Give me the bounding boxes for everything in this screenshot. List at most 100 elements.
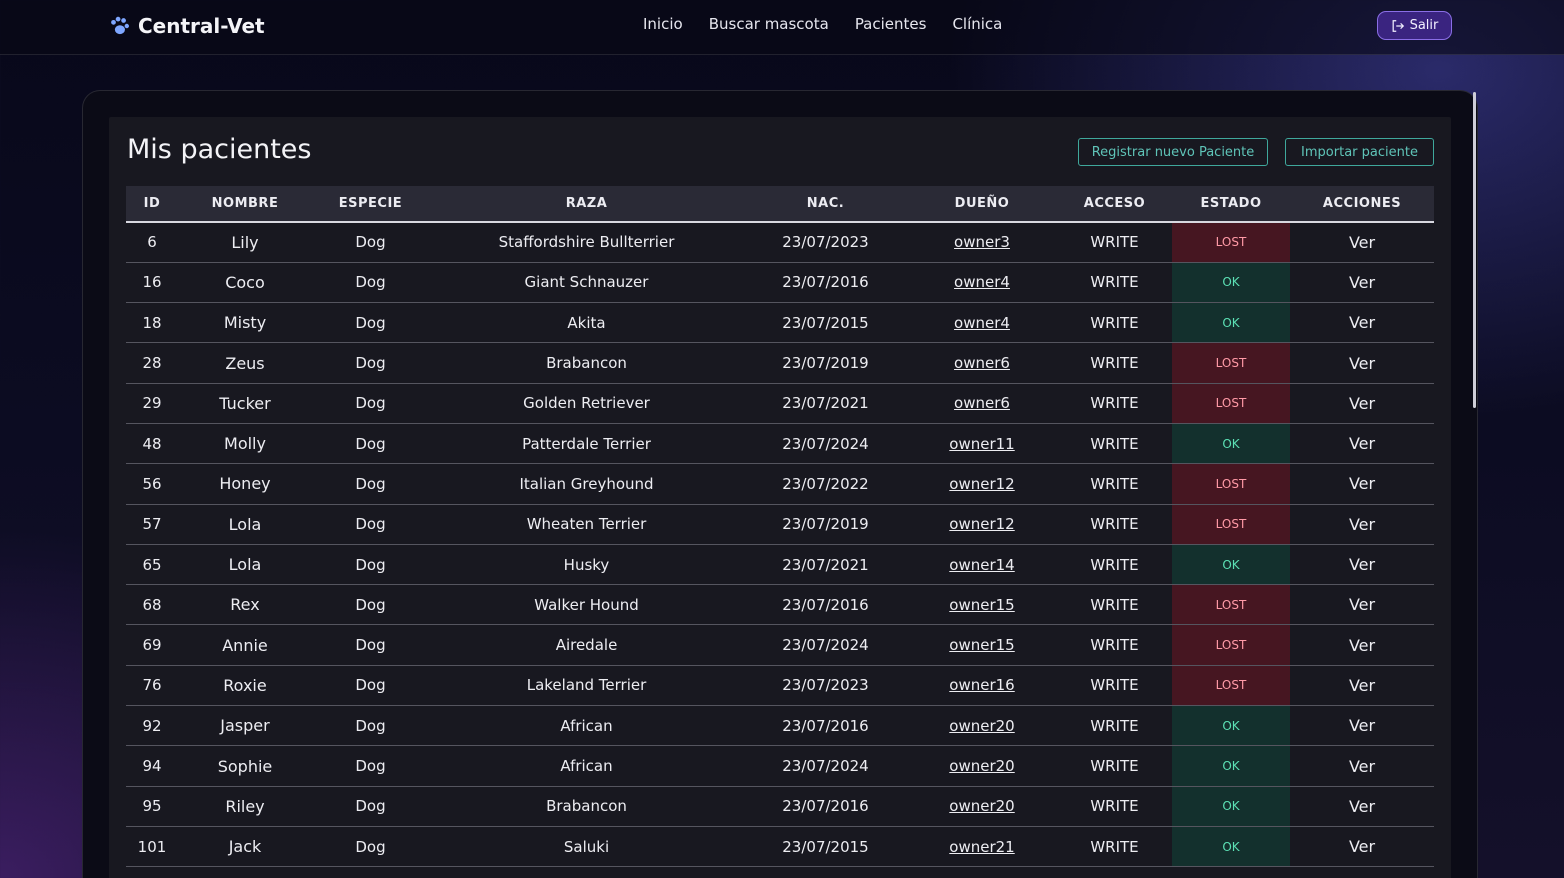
owner-link-text[interactable]: owner12 xyxy=(949,475,1014,493)
owner-link[interactable]: owner16 xyxy=(907,665,1057,707)
status-badge: OK xyxy=(1172,262,1290,304)
cell-breed: Walker Hound xyxy=(429,584,744,626)
cell-access: WRITE xyxy=(1057,826,1172,868)
status-badge: LOST xyxy=(1172,222,1290,263)
nav-link-pacientes[interactable]: Pacientes xyxy=(842,15,940,33)
view-action-link[interactable]: Ver xyxy=(1290,383,1434,424)
owner-link-text[interactable]: owner21 xyxy=(949,838,1014,856)
owner-link-text[interactable]: owner20 xyxy=(949,757,1014,775)
cell-breed: Airedale xyxy=(429,624,744,666)
view-action-link[interactable]: Ver xyxy=(1290,745,1434,787)
view-action-link[interactable]: Ver xyxy=(1290,302,1434,344)
cell-birth: 23/07/2021 xyxy=(744,383,907,424)
table-row: 65 Lola Dog Husky 23/07/2021 owner14 WRITE OK Ve… xyxy=(126,544,1434,586)
cell-id: 6 xyxy=(126,222,178,263)
cell-species: Dog xyxy=(312,624,429,666)
view-action-link[interactable]: Ver xyxy=(1290,222,1434,263)
header-estado: ESTADO xyxy=(1172,186,1290,223)
owner-link[interactable]: owner4 xyxy=(907,262,1057,304)
owner-link[interactable]: owner4 xyxy=(907,302,1057,344)
navbar: Central-Vet Inicio Buscar mascota Pacien… xyxy=(0,0,1564,55)
cell-birth: 23/07/2024 xyxy=(744,745,907,787)
cell-birth: 23/07/2024 xyxy=(744,423,907,465)
owner-link[interactable]: owner6 xyxy=(907,383,1057,424)
table-row: 18 Misty Dog Akita 23/07/2015 owner4 WRITE OK Ve… xyxy=(126,302,1434,344)
owner-link-text[interactable]: owner4 xyxy=(954,273,1010,291)
view-action-link[interactable]: Ver xyxy=(1290,544,1434,586)
owner-link[interactable]: owner14 xyxy=(907,544,1057,586)
header-especie: ESPECIE xyxy=(312,186,429,223)
owner-link-text[interactable]: owner12 xyxy=(949,515,1014,533)
view-action-link[interactable]: Ver xyxy=(1290,705,1434,747)
owner-link-text[interactable]: owner16 xyxy=(949,676,1014,694)
owner-link-text[interactable]: owner20 xyxy=(949,797,1014,815)
brand-logo[interactable]: Central-Vet xyxy=(108,13,265,39)
table-header-row: ID NOMBRE ESPECIE RAZA NAC. DUEÑO ACCESO… xyxy=(126,186,1434,223)
cell-access: WRITE xyxy=(1057,262,1172,304)
owner-link[interactable]: owner6 xyxy=(907,342,1057,384)
owner-link[interactable]: owner21 xyxy=(907,826,1057,868)
cell-access: WRITE xyxy=(1057,584,1172,626)
owner-link[interactable]: owner12 xyxy=(907,504,1057,545)
owner-link-text[interactable]: owner15 xyxy=(949,636,1014,654)
scrollbar-thumb[interactable] xyxy=(1473,92,1476,408)
paw-icon xyxy=(111,16,129,35)
view-action-link[interactable]: Ver xyxy=(1290,624,1434,666)
cell-name: Tucker xyxy=(178,383,312,424)
cell-name: Lola xyxy=(178,504,312,545)
view-action-link[interactable]: Ver xyxy=(1290,665,1434,707)
register-patient-button[interactable]: Registrar nuevo Paciente xyxy=(1078,138,1268,166)
cell-breed: Akita xyxy=(429,302,744,344)
owner-link-text[interactable]: owner14 xyxy=(949,556,1014,574)
owner-link[interactable]: owner15 xyxy=(907,624,1057,666)
nav-link-buscar-mascota[interactable]: Buscar mascota xyxy=(696,15,842,33)
cell-access: WRITE xyxy=(1057,665,1172,707)
owner-link[interactable]: owner20 xyxy=(907,705,1057,747)
owner-link-text[interactable]: owner15 xyxy=(949,596,1014,614)
view-action-link[interactable]: Ver xyxy=(1290,826,1434,868)
view-action-link[interactable]: Ver xyxy=(1290,262,1434,304)
cell-access: WRITE xyxy=(1057,624,1172,666)
logout-button[interactable]: Salir xyxy=(1377,11,1452,40)
owner-link-text[interactable]: owner3 xyxy=(954,233,1010,251)
view-action-link[interactable]: Ver xyxy=(1290,463,1434,505)
owner-link[interactable]: owner11 xyxy=(907,423,1057,465)
table-row: 101 Jack Dog Saluki 23/07/2015 owner21 WRITE OK… xyxy=(126,826,1434,868)
owner-link[interactable]: owner3 xyxy=(907,222,1057,263)
cell-id: 94 xyxy=(126,745,178,787)
cell-id: 56 xyxy=(126,463,178,505)
patients-table: ID NOMBRE ESPECIE RAZA NAC. DUEÑO ACCESO… xyxy=(126,186,1434,868)
owner-link-text[interactable]: owner20 xyxy=(949,717,1014,735)
owner-link[interactable]: owner20 xyxy=(907,786,1057,827)
cell-breed: Patterdale Terrier xyxy=(429,423,744,465)
nav-link-clinica[interactable]: Clínica xyxy=(939,15,1015,33)
import-patient-button[interactable]: Importar paciente xyxy=(1285,138,1434,166)
owner-link[interactable]: owner12 xyxy=(907,463,1057,505)
cell-name: Jasper xyxy=(178,705,312,747)
table-row: 6 Lily Dog Staffordshire Bullterrier 23/07/2… xyxy=(126,222,1434,263)
view-action-link[interactable]: Ver xyxy=(1290,584,1434,626)
owner-link[interactable]: owner15 xyxy=(907,584,1057,626)
view-action-link[interactable]: Ver xyxy=(1290,504,1434,545)
owner-link-text[interactable]: owner6 xyxy=(954,394,1010,412)
owner-link-text[interactable]: owner4 xyxy=(954,314,1010,332)
status-badge: OK xyxy=(1172,786,1290,827)
view-action-link[interactable]: Ver xyxy=(1290,786,1434,827)
owner-link[interactable]: owner20 xyxy=(907,745,1057,787)
cell-name: Lola xyxy=(178,544,312,586)
cell-species: Dog xyxy=(312,826,429,868)
cell-access: WRITE xyxy=(1057,705,1172,747)
view-action-link[interactable]: Ver xyxy=(1290,342,1434,384)
owner-link-text[interactable]: owner6 xyxy=(954,354,1010,372)
table-row: 76 Roxie Dog Lakeland Terrier 23/07/2023 owne… xyxy=(126,665,1434,707)
cell-name: Zeus xyxy=(178,342,312,384)
owner-link-text[interactable]: owner11 xyxy=(949,435,1014,453)
cell-species: Dog xyxy=(312,504,429,545)
nav-link-inicio[interactable]: Inicio xyxy=(630,15,696,33)
view-action-link[interactable]: Ver xyxy=(1290,423,1434,465)
cell-id: 57 xyxy=(126,504,178,545)
cell-species: Dog xyxy=(312,584,429,626)
cell-species: Dog xyxy=(312,342,429,384)
cell-breed: Brabancon xyxy=(429,342,744,384)
cell-access: WRITE xyxy=(1057,745,1172,787)
